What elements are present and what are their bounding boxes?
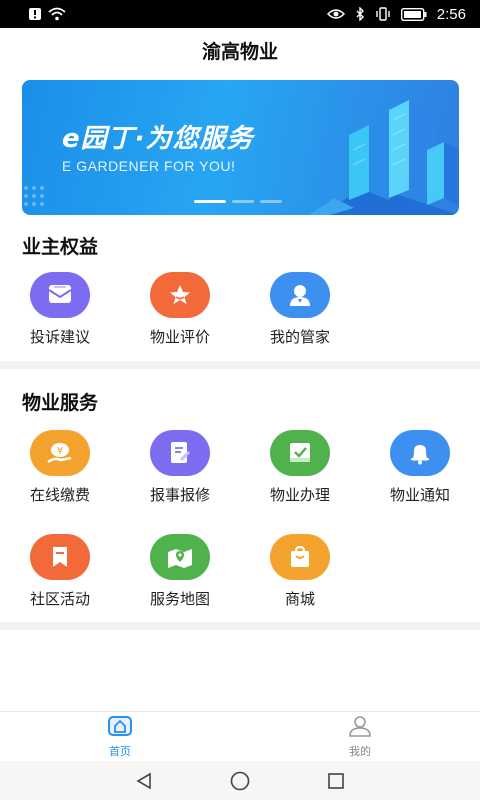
section-title: 物业服务 bbox=[22, 392, 99, 414]
property-notice-button[interactable]: 物业通知 bbox=[360, 430, 480, 505]
property-services-section: 物业服务 ¥ 在线缴费 报事报修 物业办理 物业通知 社区活动 服务地图 商城 bbox=[0, 384, 480, 620]
status-bar: 2:56 bbox=[0, 0, 480, 28]
home-icon bbox=[107, 715, 133, 741]
item-label: 服务地图 bbox=[149, 590, 210, 608]
shopping-bag-icon bbox=[270, 534, 330, 580]
header: 渝高物业 bbox=[0, 28, 480, 72]
system-navigation-bar bbox=[0, 761, 480, 800]
back-icon[interactable] bbox=[132, 769, 156, 793]
owner-rights-section: 业主权益 投诉建议 物业评价 我的管家 bbox=[0, 228, 480, 360]
item-label: 物业通知 bbox=[389, 486, 450, 504]
section-divider bbox=[0, 622, 480, 630]
recents-icon[interactable] bbox=[324, 769, 348, 793]
payment-icon: ¥ bbox=[30, 430, 90, 476]
item-label: 物业办理 bbox=[269, 486, 330, 504]
svg-text:¥: ¥ bbox=[57, 446, 63, 457]
map-icon bbox=[150, 534, 210, 580]
indicator-dot-active[interactable] bbox=[194, 200, 226, 203]
dot-pattern-decoration bbox=[24, 186, 44, 206]
banner-title: e园丁·为您服务 bbox=[62, 124, 254, 154]
butler-button[interactable]: 我的管家 bbox=[240, 272, 360, 347]
section-divider bbox=[0, 361, 480, 369]
eye-icon bbox=[326, 8, 345, 20]
tab-label: 首页 bbox=[109, 744, 131, 758]
rating-button[interactable]: 物业评价 bbox=[120, 272, 240, 347]
repair-report-button[interactable]: 报事报修 bbox=[120, 430, 240, 505]
indicator-dot[interactable] bbox=[260, 200, 282, 203]
item-label: 在线缴费 bbox=[29, 486, 90, 504]
banner-subtitle: E GARDENER FOR YOU! bbox=[62, 158, 236, 174]
home-circle-icon[interactable] bbox=[228, 769, 252, 793]
tab-home[interactable]: 首页 bbox=[0, 712, 240, 761]
mall-button[interactable]: 商城 bbox=[240, 534, 360, 609]
item-label: 报事报修 bbox=[149, 486, 210, 504]
star-rating-icon bbox=[150, 272, 210, 318]
alert-icon bbox=[28, 7, 42, 21]
online-payment-button[interactable]: ¥ 在线缴费 bbox=[0, 430, 120, 505]
promo-banner[interactable]: e园丁·为您服务 E GARDENER FOR YOU! bbox=[22, 80, 459, 215]
tab-mine[interactable]: 我的 bbox=[240, 712, 480, 761]
item-label: 我的管家 bbox=[269, 328, 330, 346]
page-title: 渝高物业 bbox=[201, 40, 278, 63]
user-icon bbox=[347, 715, 373, 741]
item-label: 物业评价 bbox=[149, 328, 210, 346]
clock: 2:56 bbox=[436, 5, 466, 23]
city-buildings-illustration bbox=[309, 100, 459, 215]
property-handling-button[interactable]: 物业办理 bbox=[240, 430, 360, 505]
community-activity-button[interactable]: 社区活动 bbox=[0, 534, 120, 609]
bell-icon bbox=[390, 430, 450, 476]
tab-label: 我的 bbox=[349, 744, 371, 758]
bottom-tab-bar: 首页 我的 bbox=[0, 711, 480, 761]
vibrate-icon bbox=[375, 7, 391, 21]
section-title: 业主权益 bbox=[22, 236, 99, 258]
item-label: 商城 bbox=[284, 590, 315, 608]
community-icon bbox=[30, 534, 90, 580]
indicator-dot[interactable] bbox=[232, 200, 254, 203]
banner-indicators bbox=[194, 200, 282, 203]
complaint-button[interactable]: 投诉建议 bbox=[0, 272, 120, 347]
handling-icon bbox=[270, 430, 330, 476]
wifi-icon bbox=[48, 7, 66, 21]
item-label: 投诉建议 bbox=[29, 328, 90, 346]
complaint-icon bbox=[30, 272, 90, 318]
butler-icon bbox=[270, 272, 330, 318]
item-label: 社区活动 bbox=[29, 590, 90, 608]
service-map-button[interactable]: 服务地图 bbox=[120, 534, 240, 609]
battery-icon bbox=[400, 7, 427, 21]
repair-icon bbox=[150, 430, 210, 476]
bluetooth-icon bbox=[355, 7, 365, 21]
